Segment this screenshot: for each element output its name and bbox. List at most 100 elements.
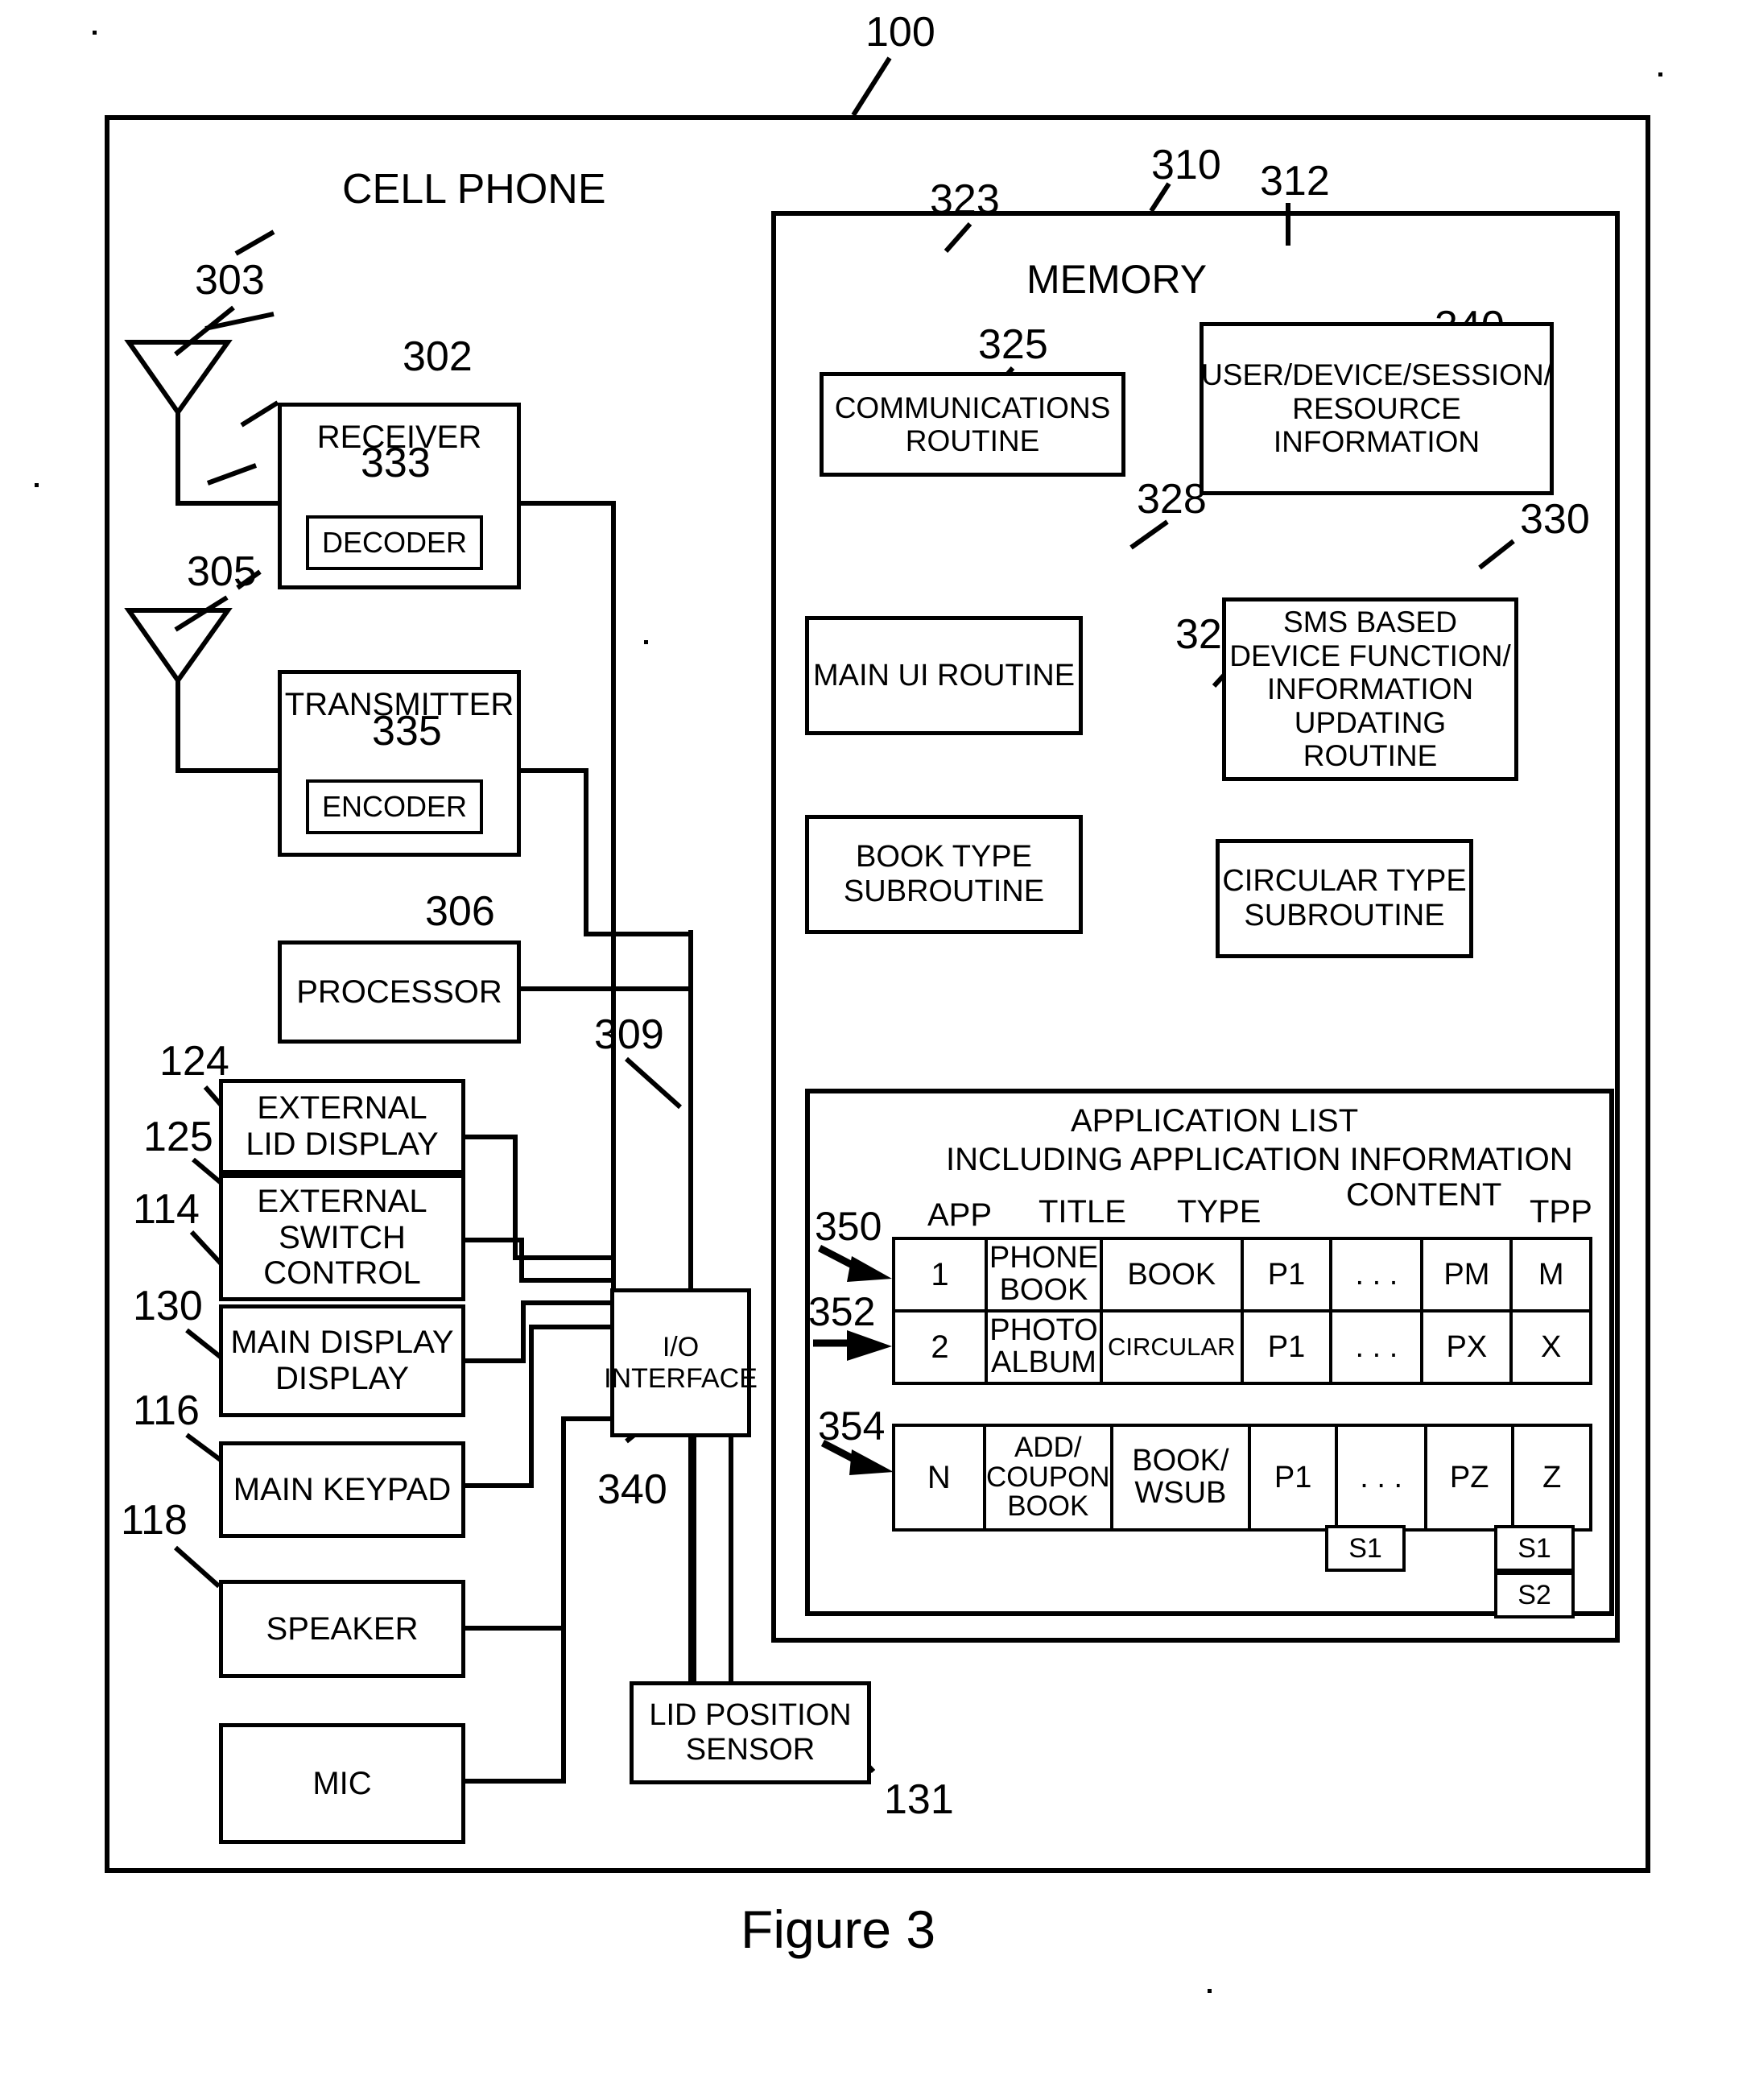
scan-speckle bbox=[1658, 72, 1662, 76]
ref-116: 116 bbox=[133, 1387, 200, 1434]
table-row: N ADD/ COUPON BOOK BOOK/ WSUB P1 . . . P… bbox=[892, 1424, 1592, 1532]
cell-title-1-line1: PHONE bbox=[989, 1241, 1099, 1275]
col-header-type: TYPE bbox=[1177, 1194, 1262, 1230]
io-interface-block: I/O INTERFACE bbox=[604, 1288, 758, 1437]
external-lid-display-block: EXTERNAL LID DISPLAY bbox=[219, 1079, 465, 1174]
external-lid-display-line2: LID DISPLAY bbox=[246, 1126, 439, 1162]
ref-302: 302 bbox=[403, 333, 473, 380]
main-keypad-label: MAIN KEYPAD bbox=[233, 1471, 452, 1507]
sms-routine-line1: SMS BASED bbox=[1283, 606, 1457, 639]
processor-block: PROCESSOR bbox=[278, 940, 521, 1044]
mic-block: MIC bbox=[219, 1723, 465, 1844]
main-display-line1: MAIN DISPLAY bbox=[230, 1325, 454, 1361]
communications-routine-line1: COMMUNICATIONS bbox=[834, 391, 1111, 424]
ref-354: 354 bbox=[818, 1403, 886, 1449]
main-display-block: MAIN DISPLAY DISPLAY bbox=[219, 1304, 465, 1417]
book-type-subroutine-line2: SUBROUTINE bbox=[843, 874, 1045, 908]
cell-app-2: 2 bbox=[891, 1309, 989, 1385]
ref-309: 309 bbox=[594, 1011, 664, 1058]
main-keypad-block: MAIN KEYPAD bbox=[219, 1441, 465, 1538]
io-interface-line1: I/O bbox=[662, 1332, 700, 1363]
table-row: 1 PHONE BOOK BOOK P1 . . . PM M bbox=[891, 1237, 1592, 1312]
user-device-info-line3: INFORMATION bbox=[1273, 425, 1480, 459]
ref-306: 306 bbox=[425, 888, 495, 935]
user-device-info-line1: USER/DEVICE/SESSION/ bbox=[1201, 358, 1552, 392]
cell-content-n-ellipsis: . . . bbox=[1335, 1424, 1427, 1532]
patent-figure-page: 100 CELL PHONE 310 MEMORY 303 305 302 30… bbox=[0, 0, 1755, 2100]
ref-124: 124 bbox=[159, 1038, 229, 1085]
main-ui-routine-block: MAIN UI ROUTINE bbox=[805, 616, 1083, 735]
ref-340-bus: 340 bbox=[597, 1466, 667, 1513]
scan-speckle bbox=[644, 640, 648, 644]
cell-title-1: PHONE BOOK bbox=[985, 1237, 1103, 1312]
ref-130: 130 bbox=[133, 1283, 203, 1329]
book-type-subroutine-block: BOOK TYPE SUBROUTINE bbox=[805, 815, 1083, 934]
application-table-row-n: N ADD/ COUPON BOOK BOOK/ WSUB P1 . . . P… bbox=[892, 1424, 1592, 1532]
sub-entry-pz-s1-label: S1 bbox=[1518, 1532, 1551, 1564]
table-row: 2 PHOTO ALBUM CIRCULAR P1 . . . PX X bbox=[891, 1309, 1592, 1385]
application-list-title-line1: APPLICATION LIST bbox=[1071, 1103, 1359, 1139]
sms-routine-line3: INFORMATION bbox=[1266, 672, 1474, 706]
external-switch-control-line2: SWITCH bbox=[279, 1219, 406, 1255]
cell-title-n: ADD/ COUPON BOOK bbox=[982, 1424, 1113, 1532]
sub-entry-pz-s1: S1 bbox=[1494, 1525, 1575, 1572]
ref-352: 352 bbox=[808, 1289, 876, 1334]
cell-app-n: N bbox=[892, 1424, 986, 1532]
circular-type-subroutine-line1: CIRCULAR TYPE bbox=[1222, 864, 1467, 899]
speaker-label: SPEAKER bbox=[266, 1610, 419, 1647]
cell-title-n-line1: ADD/ bbox=[1014, 1431, 1082, 1463]
cell-content-2-px: PX bbox=[1420, 1309, 1513, 1385]
cell-content-n-pz: PZ bbox=[1423, 1424, 1515, 1532]
application-list-title-line2: INCLUDING APPLICATION INFORMATION bbox=[946, 1142, 1573, 1177]
ref-310: 310 bbox=[1151, 142, 1221, 188]
ref-333: 333 bbox=[361, 440, 431, 486]
cell-content-2-ellipsis: . . . bbox=[1329, 1309, 1424, 1385]
sub-entry-p1-s1-label: S1 bbox=[1348, 1532, 1382, 1564]
cell-content-n-p1: P1 bbox=[1247, 1424, 1339, 1532]
external-switch-control-line3: CONTROL bbox=[263, 1255, 421, 1292]
ref-100: 100 bbox=[865, 9, 935, 56]
col-header-title: TITLE bbox=[1039, 1194, 1126, 1230]
lid-position-sensor-line2: SENSOR bbox=[685, 1733, 816, 1767]
external-switch-control-line1: EXTERNAL bbox=[257, 1183, 427, 1219]
memory-title: MEMORY bbox=[1026, 257, 1208, 302]
mic-label: MIC bbox=[312, 1765, 372, 1801]
ref-335: 335 bbox=[372, 708, 442, 754]
sms-routine-line4: UPDATING bbox=[1294, 705, 1447, 739]
cell-tpp-n: Z bbox=[1511, 1424, 1592, 1532]
cell-type-n: BOOK/ WSUB bbox=[1109, 1424, 1251, 1532]
lid-position-sensor-line1: LID POSITION bbox=[649, 1698, 852, 1733]
sub-entry-pz-s2: S2 bbox=[1494, 1572, 1575, 1618]
cell-title-2: PHOTO ALBUM bbox=[985, 1309, 1103, 1385]
io-interface-line2: INTERFACE bbox=[604, 1362, 758, 1394]
cell-content-1-pm: PM bbox=[1420, 1237, 1513, 1312]
speaker-block: SPEAKER bbox=[219, 1580, 465, 1678]
cell-title-n-line2: COUPON bbox=[985, 1461, 1110, 1493]
decoder-block: DECODER bbox=[306, 515, 483, 570]
cell-content-1-ellipsis: . . . bbox=[1329, 1237, 1424, 1312]
ref-350: 350 bbox=[815, 1204, 882, 1249]
sms-routine-line2: DEVICE FUNCTION/ bbox=[1229, 639, 1511, 672]
col-header-app: APP bbox=[927, 1197, 993, 1233]
scan-speckle bbox=[1208, 1989, 1212, 1993]
ref-323: 323 bbox=[930, 176, 1000, 223]
cell-title-1-line2: BOOK bbox=[999, 1273, 1088, 1307]
ref-330: 330 bbox=[1520, 496, 1590, 543]
main-ui-routine-label: MAIN UI ROUTINE bbox=[812, 658, 1076, 692]
decoder-label: DECODER bbox=[321, 525, 468, 559]
ref-125: 125 bbox=[143, 1114, 213, 1160]
processor-label: PROCESSOR bbox=[296, 974, 502, 1010]
ref-312: 312 bbox=[1260, 158, 1330, 205]
ref-118: 118 bbox=[121, 1497, 188, 1544]
cell-app-1: 1 bbox=[891, 1237, 989, 1312]
encoder-block: ENCODER bbox=[306, 779, 483, 834]
sub-entry-pz-s2-label: S2 bbox=[1518, 1579, 1551, 1610]
sms-routine-line5: ROUTINE bbox=[1303, 739, 1438, 773]
circular-type-subroutine-block: CIRCULAR TYPE SUBROUTINE bbox=[1216, 839, 1473, 958]
scan-speckle bbox=[35, 483, 39, 487]
cell-type-n-line2: WSUB bbox=[1134, 1476, 1227, 1510]
cell-content-2-p1: P1 bbox=[1240, 1309, 1333, 1385]
cell-title-2-line1: PHOTO bbox=[989, 1313, 1098, 1348]
cell-content-1-p1: P1 bbox=[1240, 1237, 1333, 1312]
cell-title-2-line2: ALBUM bbox=[991, 1346, 1096, 1379]
